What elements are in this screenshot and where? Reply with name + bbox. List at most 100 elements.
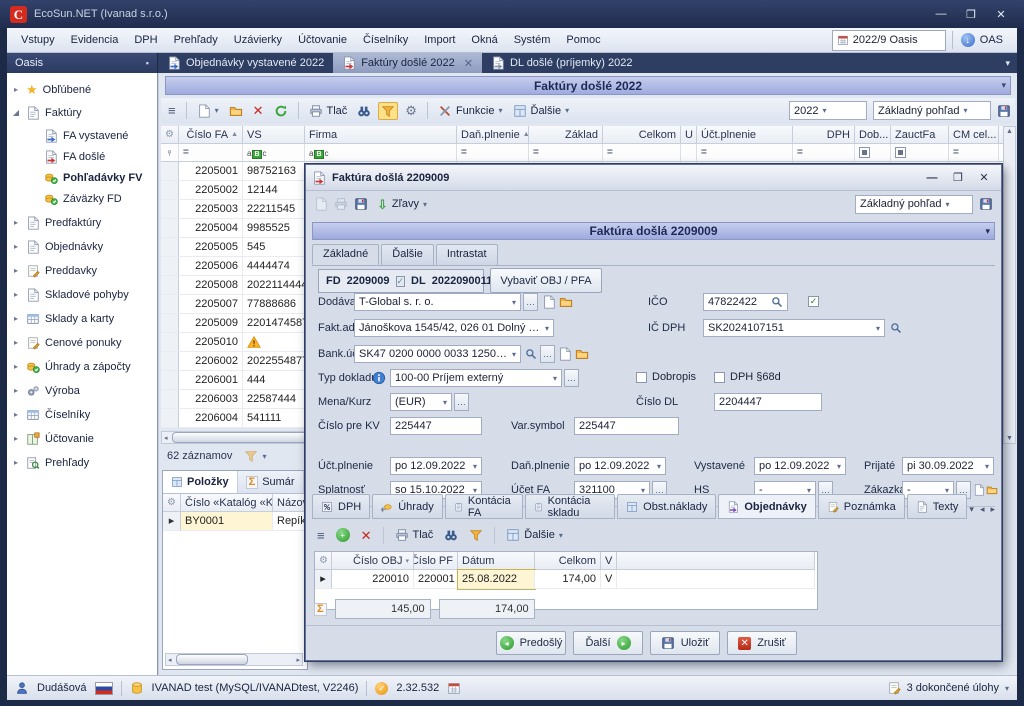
currency-more-button[interactable]: … — [454, 393, 469, 411]
tab-faktury-dosle-2022[interactable]: Faktúry došlé 2022✕ — [333, 53, 482, 73]
cell-total[interactable]: 174,00 — [535, 570, 601, 589]
sidebar-item-preddavky[interactable]: ▸Preddavky — [11, 260, 157, 281]
sidebar-item-predfaktury[interactable]: ▸Predfaktúry — [11, 212, 157, 233]
menu-item-prehlady[interactable]: Prehľady — [166, 31, 226, 49]
column-header-zaklad[interactable]: Základ — [529, 126, 603, 144]
expander-icon[interactable]: ▸ — [11, 338, 21, 347]
cell-date[interactable]: 25.08.2022 — [458, 570, 535, 589]
filter-cell-indicator[interactable] — [161, 144, 179, 162]
more-button[interactable]: Ďalšie▾ — [510, 102, 573, 120]
sidebar-item-pohladavky-fv[interactable]: Pohľadávky FV — [11, 167, 157, 188]
bank-more-button[interactable]: … — [540, 345, 555, 363]
calendar-check-icon[interactable] — [447, 681, 461, 695]
document-type-combo[interactable]: 100-00 Príjem externý▾ — [390, 369, 562, 387]
cell-cislo-fa[interactable]: 2206004 — [179, 409, 243, 428]
sidebar-item-fa-dosle[interactable]: FA došlé — [11, 146, 157, 167]
menu-item-evidencia[interactable]: Evidencia — [63, 31, 127, 49]
vat-id-combo[interactable]: SK2024107151▾ — [703, 319, 885, 337]
cell-vs[interactable]: 22587444 — [243, 390, 305, 409]
magnifier-icon[interactable] — [771, 296, 783, 308]
filter-cell-firma[interactable]: aBc — [305, 144, 457, 162]
cell-vs[interactable] — [243, 333, 305, 352]
tax-date-picker[interactable]: po 12.09.2022▾ — [574, 457, 666, 475]
orders-add-button[interactable]: + — [333, 526, 353, 544]
cell[interactable] — [161, 371, 179, 390]
filter-cell-cm-cel[interactable]: = — [949, 144, 999, 162]
detail-tab-obst-naklady[interactable]: Obst.náklady — [617, 494, 716, 519]
folder-icon[interactable] — [559, 295, 573, 309]
orders-find-button[interactable] — [441, 526, 461, 544]
save-view-icon[interactable] — [979, 197, 993, 211]
filter-cell-dan-plnenie[interactable]: = — [457, 144, 529, 162]
settings-button[interactable]: ⚙ — [402, 102, 420, 119]
cell-cislo-fa[interactable]: 2205007 — [179, 295, 243, 314]
cancel-button[interactable]: ✕Zrušiť — [727, 631, 797, 655]
cell[interactable] — [161, 352, 179, 371]
cell-pf[interactable]: 220001 — [414, 570, 458, 589]
oas-button[interactable]: ↓ OAS — [952, 31, 1011, 49]
expander-icon[interactable]: ▸ — [11, 434, 21, 443]
item-name-cell[interactable]: Repík suš — [273, 512, 307, 531]
menu-item-system[interactable]: Systém — [506, 31, 559, 49]
cell-filler[interactable] — [617, 570, 815, 589]
filter-cell-u[interactable] — [681, 144, 697, 162]
detail-tab-texty[interactable]: Texty — [907, 494, 968, 519]
grid-vscrollbar[interactable]: ▲▼ — [1003, 126, 1016, 444]
year-combo[interactable]: 2022▾ — [789, 101, 867, 120]
grid-menu-button[interactable]: ≡ — [165, 102, 179, 119]
slovak-flag-icon[interactable] — [95, 682, 113, 695]
column-header-dan-plnenie[interactable]: Daň.plnenie▲ — [457, 126, 529, 144]
items-hscrollbar[interactable]: ◂▸ — [165, 653, 303, 666]
cell-cislo-fa[interactable]: 2205008 — [179, 276, 243, 295]
sidebar-item-prehlady[interactable]: ▸Prehľady — [11, 452, 157, 473]
accounting-date-picker[interactable]: po 12.09.2022▾ — [390, 457, 482, 475]
cell[interactable] — [161, 409, 179, 428]
tab-close-icon[interactable]: ✕ — [464, 57, 473, 70]
column-header-vs[interactable]: VS — [243, 126, 305, 144]
orders-column-v[interactable]: V — [601, 552, 617, 570]
maximize-button[interactable]: ❐ — [958, 5, 984, 23]
tab-sumar[interactable]: Σ Sumár — [238, 471, 304, 493]
item-code-cell[interactable]: BY0001 — [181, 512, 273, 531]
orders-column-indicator[interactable]: ⚙ — [315, 552, 332, 570]
ico-input[interactable]: 47822422 — [703, 293, 788, 311]
sidebar-item-sklady-a-karty[interactable]: ▸Sklady a karty — [11, 308, 157, 329]
menu-item-vstupy[interactable]: Vstupy — [13, 31, 63, 49]
items-column-code[interactable]: Číslo «Katalóg «K... — [181, 494, 273, 512]
cell[interactable] — [161, 200, 179, 219]
find-button[interactable] — [354, 102, 374, 120]
dph68d-checkbox[interactable]: DPH §68d — [714, 371, 781, 383]
sidebar-item-faktury[interactable]: ◢Faktúry — [11, 102, 157, 123]
detail-tab-poznamka[interactable]: Poznámka — [818, 494, 905, 519]
cell-cislo-fa[interactable]: 2205003 — [179, 200, 243, 219]
expander-icon[interactable]: ▸ — [11, 266, 21, 275]
new-record-button[interactable]: ▾ — [194, 102, 222, 120]
menu-item-okna[interactable]: Okná — [463, 31, 505, 49]
tab-list-dropdown[interactable]: ▾ — [998, 53, 1017, 73]
orders-delete-button[interactable]: ✕ — [358, 527, 375, 544]
period-selector[interactable]: 2022/9 Oasis — [832, 30, 946, 51]
items-row[interactable]: ▸ BY0001 Repík suš — [163, 512, 307, 531]
sidebar-item-ciselniky[interactable]: ▸Číselníky — [11, 404, 157, 425]
functions-button[interactable]: Funkcie▾ — [435, 102, 506, 120]
orders-column-datum[interactable]: Dátum — [458, 552, 535, 570]
menu-item-uzavierky[interactable]: Uzávierky — [226, 31, 290, 49]
cell-cislo-fa[interactable]: 2206001 — [179, 371, 243, 390]
invoice-address-combo[interactable]: Jánoškova 1545/42, 026 01 Dolný Kubín▾ — [354, 319, 554, 337]
cell[interactable] — [161, 295, 179, 314]
cell-obj[interactable]: 220010 — [332, 570, 414, 589]
cell-cislo-fa[interactable]: 2206002 — [179, 352, 243, 371]
column-header-indicator[interactable]: ⚙ — [161, 126, 179, 144]
cell[interactable] — [161, 390, 179, 409]
page-icon[interactable] — [558, 347, 572, 361]
filter-menu-button[interactable]: ▾ — [244, 449, 266, 463]
cell-vs[interactable]: 22014745874 — [243, 314, 305, 333]
detail-tab-uhrady[interactable]: Úhrady — [372, 494, 442, 519]
print-button[interactable]: Tlač — [306, 102, 351, 120]
detail-tab-kontacia-skladu[interactable]: Kontácia skladu — [525, 494, 616, 519]
filter-cell-vs[interactable]: aBc — [243, 144, 305, 162]
verified-checkbox[interactable] — [808, 296, 819, 307]
cell-cislo-fa[interactable]: 2205010 — [179, 333, 243, 352]
delete-button[interactable]: ✕ — [250, 102, 267, 119]
save-button[interactable]: Uložiť — [650, 631, 720, 655]
